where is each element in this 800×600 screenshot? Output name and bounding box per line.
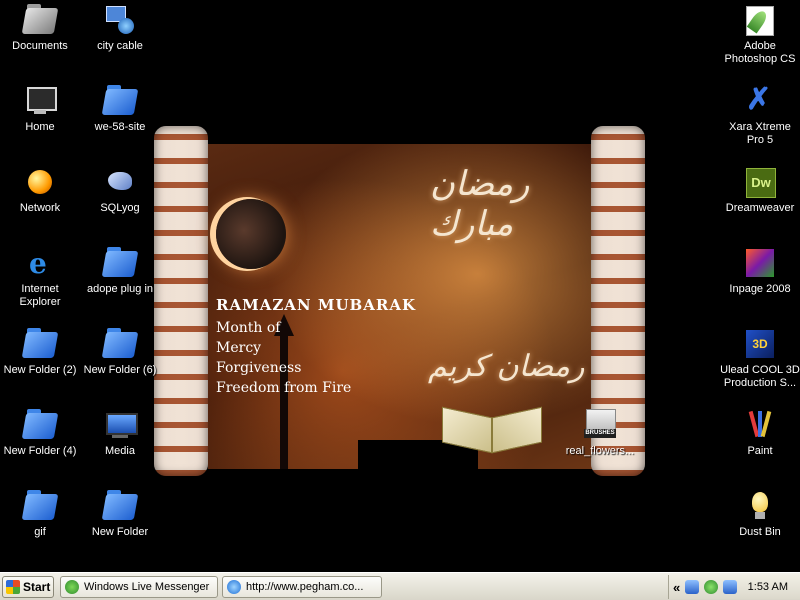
scroll-roller-left	[154, 126, 208, 476]
folder-icon	[101, 85, 139, 117]
brushes-file-icon: BRUSHES	[584, 409, 616, 441]
desktop-icon-new-folder-4[interactable]: New Folder (4)	[0, 409, 80, 458]
desktop-icon-inpage-2008[interactable]: Inpage 2008	[720, 247, 800, 296]
icon-label: Network	[19, 202, 61, 214]
start-button[interactable]: Start	[2, 576, 54, 598]
desktop-icon-dust-bin[interactable]: Dust Bin	[720, 490, 800, 539]
icon-label: we-58-site	[94, 121, 146, 133]
photoshop-feather-icon	[744, 4, 776, 36]
taskbar-button-browser[interactable]: http://www.pegham.co...	[222, 576, 382, 598]
icon-label: real_flowers...	[565, 445, 635, 457]
desktop-icon-documents[interactable]: Documents	[0, 4, 80, 53]
quran-book-icon	[442, 402, 542, 462]
wallpaper-banner: رمضان مبارك رمضان كريم RAMAZAN MUBARAK M…	[208, 144, 593, 470]
desktop-icon-ulead-cool-3d[interactable]: 3D Ulead COOL 3D Production S...	[720, 328, 800, 390]
dreamweaver-icon: Dw	[744, 166, 776, 198]
desktop-icon-we-58-site[interactable]: we-58-site	[80, 85, 160, 134]
desktop-icon-gif[interactable]: gif	[0, 490, 80, 539]
desktop-icon-new-folder[interactable]: New Folder	[80, 490, 160, 539]
icon-label: Media	[105, 445, 135, 457]
wallpaper-line: Mercy	[216, 340, 262, 356]
messenger-icon	[65, 580, 79, 594]
folder-icon	[21, 409, 59, 441]
windows-logo-icon	[6, 580, 20, 594]
internet-explorer-icon: e	[29, 247, 47, 280]
desktop-icon-new-folder-6[interactable]: New Folder (6)	[80, 328, 160, 377]
xara-icon: ✗	[746, 83, 772, 116]
wallpaper-line: Forgiveness	[216, 360, 302, 376]
media-monitor-icon	[104, 409, 138, 441]
calligraphy-top: رمضان مبارك	[430, 164, 530, 244]
folder-icon	[21, 328, 59, 360]
internet-explorer-icon	[227, 580, 241, 594]
crescent-moon-icon	[216, 199, 286, 269]
wallpaper-text: RAMAZAN MUBARAK Month of Mercy Forgivene…	[216, 296, 416, 398]
desktop-icon-xara-xtreme[interactable]: ✗ Xara Xtreme Pro 5	[720, 85, 800, 147]
network-globe-icon	[24, 166, 56, 198]
folder-icon	[101, 247, 139, 279]
desktop-icon-sqlyog[interactable]: SQLyog	[80, 166, 160, 215]
icon-label: Ulead COOL 3D Production S...	[720, 364, 800, 389]
taskbar-button-messenger[interactable]: Windows Live Messenger	[60, 576, 218, 598]
documents-folder-icon	[21, 4, 59, 36]
task-label: http://www.pegham.co...	[246, 581, 364, 593]
folder-icon	[101, 490, 139, 522]
desktop-icon-home[interactable]: Home	[0, 85, 80, 134]
wallpaper-line: Month of	[216, 320, 281, 336]
icon-label: Paint	[747, 445, 773, 457]
ulead-cool3d-icon: 3D	[744, 328, 776, 360]
icon-label: adope plug in	[86, 283, 154, 295]
system-tray: « 1:53 AM	[668, 575, 800, 599]
wallpaper-line: Freedom from Fire	[216, 380, 352, 396]
folder-icon	[101, 328, 139, 360]
clock[interactable]: 1:53 AM	[748, 581, 788, 593]
icon-label: New Folder (4)	[3, 445, 77, 457]
paint-brushes-icon	[744, 409, 776, 441]
icon-label: New Folder (2)	[3, 364, 77, 376]
icon-label: Xara Xtreme Pro 5	[729, 121, 791, 146]
desktop-icon-adobe-photoshop[interactable]: Adobe Photoshop CS	[720, 4, 800, 66]
wallpaper-title: RAMAZAN MUBARAK	[216, 296, 417, 314]
inpage-icon	[744, 247, 776, 279]
icon-label: city cable	[97, 40, 143, 52]
start-label: Start	[23, 580, 51, 594]
network-tray-icon[interactable]	[685, 580, 700, 594]
desktop-icon-real-flowers[interactable]: BRUSHES real_flowers...	[560, 409, 640, 458]
messenger-tray-icon[interactable]	[704, 580, 719, 594]
desktop-icon-city-cable[interactable]: city cable	[80, 4, 160, 53]
icon-label: SQLyog	[100, 202, 140, 214]
icon-label: Dreamweaver	[725, 202, 795, 214]
home-computer-icon	[24, 85, 57, 117]
icon-label: gif	[34, 526, 46, 538]
desktop-icon-network[interactable]: Network	[0, 166, 80, 215]
network-connection-icon	[104, 4, 136, 36]
icon-label: New Folder (6)	[83, 364, 157, 376]
folder-icon	[21, 490, 59, 522]
icon-label: Adobe Photoshop CS	[724, 40, 796, 65]
icon-label: Internet Explorer	[19, 283, 61, 308]
network-tray-icon[interactable]	[723, 580, 738, 594]
sqlyog-dolphin-icon	[104, 166, 136, 198]
desktop-icon-internet-explorer[interactable]: e Internet Explorer	[0, 247, 80, 309]
icon-label: Home	[25, 121, 55, 133]
desktop-icon-new-folder-2[interactable]: New Folder (2)	[0, 328, 80, 377]
recycle-bin-icon	[744, 490, 776, 522]
brushes-badge: BRUSHES	[584, 429, 616, 438]
desktop: رمضان مبارك رمضان كريم RAMAZAN MUBARAK M…	[0, 0, 800, 572]
calligraphy-bottom: رمضان كريم	[428, 349, 585, 384]
desktop-icon-media[interactable]: Media	[80, 409, 160, 458]
desktop-icon-adope-plug-in[interactable]: adope plug in	[80, 247, 160, 296]
tray-expand-chevron[interactable]: «	[673, 580, 680, 595]
task-label: Windows Live Messenger	[84, 581, 210, 593]
desktop-icon-dreamweaver[interactable]: Dw Dreamweaver	[720, 166, 800, 215]
icon-label: New Folder	[91, 526, 149, 538]
icon-label: Inpage 2008	[729, 283, 791, 295]
icon-label: Dust Bin	[739, 526, 781, 538]
icon-label: Documents	[12, 40, 68, 52]
taskbar: Start Windows Live Messenger http://www.…	[0, 572, 800, 600]
desktop-icon-paint[interactable]: Paint	[720, 409, 800, 458]
